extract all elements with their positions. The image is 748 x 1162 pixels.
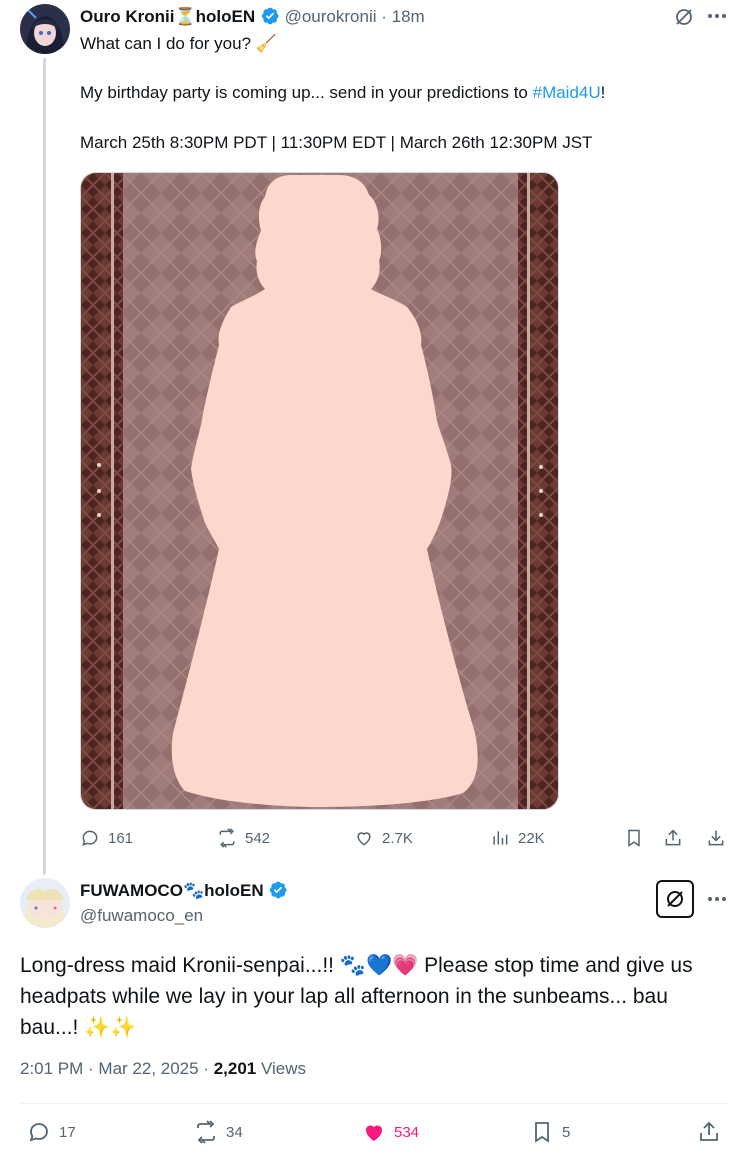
post-meta: 2:01 PM · Mar 22, 2025 · 2,201 Views	[20, 1059, 306, 1079]
post-line-2: My birthday party is coming up... send i…	[80, 83, 606, 102]
post-line-1: What can I do for you? 🧹	[80, 34, 277, 53]
reply-count: 17	[59, 1123, 76, 1141]
views-count: 22K	[518, 829, 545, 847]
download-icon	[708, 830, 724, 846]
post-timestamp[interactable]: 2:01 PM · Mar 22, 2025 ·	[20, 1059, 214, 1078]
like-count: 2.7K	[382, 829, 413, 847]
divider	[20, 1103, 728, 1104]
repost-icon	[219, 828, 235, 848]
like-button-active[interactable]: 534	[362, 1120, 419, 1144]
heart-icon	[357, 832, 371, 846]
bookmark-button[interactable]	[624, 828, 644, 848]
author-handle[interactable]: @ourokronii	[285, 7, 377, 26]
hourglass-emoji: ⏳	[174, 7, 196, 26]
like-button[interactable]: 2.7K	[354, 828, 413, 848]
share-button[interactable]	[663, 828, 683, 848]
paw-emoji: 🐾	[182, 881, 205, 900]
hashtag-link[interactable]: #Maid4U	[533, 83, 601, 102]
author-handle[interactable]: @fuwamoco_en	[80, 906, 203, 926]
share-icon	[665, 829, 681, 846]
more-options-icon[interactable]	[705, 888, 729, 910]
broom-emoji: 🧹	[255, 34, 277, 53]
download-button[interactable]	[706, 828, 726, 848]
views-label: Views	[256, 1059, 307, 1078]
heart-filled-icon	[366, 1125, 382, 1141]
grok-icon[interactable]	[673, 6, 695, 28]
views-button[interactable]: 22K	[490, 828, 545, 848]
grok-icon	[667, 891, 683, 907]
author-name[interactable]: Ouro Kronii	[80, 7, 174, 26]
like-count: 534	[394, 1123, 420, 1141]
repost-button[interactable]: 542	[217, 828, 270, 848]
reply-button[interactable]: 161	[80, 828, 133, 848]
post-line-3: March 25th 8:30PM PDT | 11:30PM EDT | Ma…	[80, 133, 593, 152]
post-time[interactable]: 18m	[392, 7, 425, 26]
analytics-icon	[493, 831, 508, 845]
post-media-image[interactable]	[80, 172, 559, 810]
author-name[interactable]: FUWAMOCO	[80, 881, 183, 900]
separator-dot: ·	[381, 7, 387, 26]
repost-button[interactable]: 34	[194, 1120, 243, 1144]
bookmark-button[interactable]: 5	[530, 1120, 570, 1144]
reply-icon	[29, 1123, 48, 1142]
share-icon	[700, 1121, 718, 1141]
views-count: 2,201	[213, 1059, 257, 1078]
bookmark-icon	[535, 1122, 549, 1143]
paw-heart-emojis: 🐾💙💗	[339, 954, 419, 977]
author-name-suffix[interactable]: holoEN	[196, 7, 256, 26]
verified-badge-icon	[261, 7, 279, 25]
author-name-suffix[interactable]: holoEN	[204, 881, 264, 900]
bookmark-icon	[628, 829, 640, 847]
repost-count: 542	[245, 829, 271, 847]
reply-count: 161	[108, 829, 134, 847]
more-options-icon[interactable]	[705, 5, 729, 27]
verified-badge-icon	[270, 881, 287, 899]
bookmark-count: 5	[562, 1123, 571, 1141]
avatar-kronii[interactable]	[20, 4, 70, 54]
reply-icon	[82, 830, 98, 846]
post-body-text: Long-dress maid Kronii-senpai...!! 🐾💙💗 P…	[20, 954, 693, 1039]
grok-button[interactable]	[656, 880, 694, 918]
repost-icon	[197, 1120, 215, 1144]
sparkles-emojis: ✨✨	[84, 1016, 137, 1039]
avatar-fuwamoco[interactable]	[20, 878, 70, 928]
repost-count: 34	[226, 1123, 243, 1141]
share-button[interactable]	[697, 1120, 721, 1144]
reply-button[interactable]: 17	[27, 1120, 76, 1144]
thread-connector-line	[43, 58, 46, 875]
